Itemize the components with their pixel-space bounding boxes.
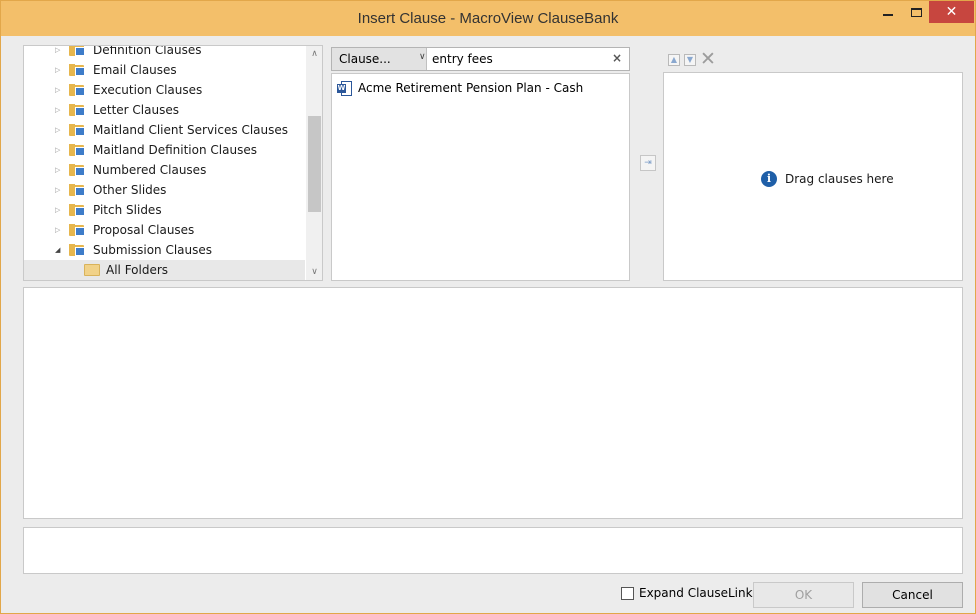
remove-icon[interactable]: ✕ — [700, 50, 716, 69]
close-button[interactable]: ✕ — [929, 1, 974, 23]
expand-clauselinks-checkbox[interactable] — [621, 586, 634, 600]
tree-item-submission-clauses[interactable]: ◢ Submission Clauses — [24, 240, 305, 260]
folder-icon — [69, 203, 87, 217]
tree-item-other-slides[interactable]: ▷ Other Slides — [24, 180, 305, 200]
clause-type-select[interactable]: Clause... ∨ — [332, 48, 427, 70]
maximize-button[interactable] — [903, 1, 929, 23]
folder-icon — [69, 143, 87, 157]
move-down-icon[interactable]: ▼ — [684, 54, 696, 66]
tree-item-numbered-clauses[interactable]: ▷ Numbered Clauses — [24, 160, 305, 180]
window-title: Insert Clause - MacroView ClauseBank — [357, 10, 619, 27]
expand-arrow-icon[interactable]: ▷ — [55, 126, 63, 134]
selected-clauses-dropzone[interactable]: i Drag clauses here — [663, 72, 963, 281]
minimize-button[interactable] — [875, 1, 901, 23]
clause-notes-pane — [23, 527, 963, 574]
tree-item-label: Submission Clauses — [93, 243, 213, 257]
tree-item-label: Proposal Clauses — [93, 223, 195, 237]
close-icon: ✕ — [945, 4, 958, 20]
tree-item-execution-clauses[interactable]: ▷ Execution Clauses — [24, 80, 305, 100]
open-folder-icon — [84, 264, 100, 276]
expand-arrow-icon[interactable]: ▷ — [55, 166, 63, 174]
folder-icon — [69, 163, 87, 177]
expand-arrow-icon[interactable]: ▷ — [55, 86, 63, 94]
add-to-selection-icon[interactable]: ⇥ — [640, 155, 656, 171]
clear-search-icon[interactable]: × — [612, 51, 622, 65]
tree-item-all-folders[interactable]: All Folders — [24, 260, 305, 280]
folder-icon — [69, 103, 87, 117]
folder-tree[interactable]: ▷ Definition Clauses ▷ Email Clauses ▷ E… — [23, 45, 323, 281]
expand-arrow-icon[interactable]: ▷ — [55, 206, 63, 214]
minimize-icon — [883, 14, 893, 16]
tree-item-label: Maitland Client Services Clauses — [93, 123, 288, 137]
tree-item-label: Letter Clauses — [93, 103, 179, 117]
title-bar: Insert Clause - MacroView ClauseBank ✕ — [1, 1, 975, 36]
folder-icon — [69, 63, 87, 77]
ok-button[interactable]: OK — [753, 582, 854, 608]
folder-icon — [69, 223, 87, 237]
clause-type-value: Clause... — [339, 52, 391, 66]
expand-arrow-icon[interactable]: ▷ — [55, 46, 63, 54]
scroll-up-icon[interactable]: ∧ — [306, 46, 322, 62]
expand-clauselinks-label: Expand ClauseLinks — [639, 586, 759, 600]
dropzone-text: Drag clauses here — [785, 172, 894, 186]
tree-item-label: Email Clauses — [93, 63, 177, 77]
expand-arrow-icon[interactable]: ▷ — [55, 186, 63, 194]
tree-item-label: Numbered Clauses — [93, 163, 207, 177]
collapse-arrow-icon[interactable]: ◢ — [55, 246, 63, 254]
scroll-down-icon[interactable]: ∨ — [306, 264, 322, 280]
dropzone-message: i Drag clauses here — [761, 171, 894, 187]
results-list[interactable]: W Acme Retirement Pension Plan - Cash — [331, 73, 630, 281]
clause-preview-pane — [23, 287, 963, 519]
expand-clauselinks-option[interactable]: Expand ClauseLinks — [621, 586, 759, 600]
cancel-button[interactable]: Cancel — [862, 582, 963, 608]
search-bar: Clause... ∨ × — [331, 47, 630, 71]
move-up-icon[interactable]: ▲ — [668, 54, 680, 66]
insert-clause-dialog: Insert Clause - MacroView ClauseBank ✕ ▷… — [0, 0, 976, 614]
tree-scrollbar[interactable]: ∧ ∨ — [306, 46, 322, 280]
result-label: Acme Retirement Pension Plan - Cash — [358, 81, 584, 95]
folder-icon — [69, 243, 87, 257]
tree-item-maitland-client-services-clauses[interactable]: ▷ Maitland Client Services Clauses — [24, 120, 305, 140]
tree-item-label: Maitland Definition Clauses — [93, 143, 257, 157]
chevron-down-icon: ∨ — [419, 52, 426, 62]
expand-arrow-icon[interactable]: ▷ — [55, 106, 63, 114]
folder-icon — [69, 83, 87, 97]
scroll-thumb[interactable] — [308, 116, 321, 212]
maximize-icon — [910, 7, 922, 17]
folder-icon — [69, 183, 87, 197]
tree-item-label: All Folders — [106, 263, 169, 277]
folder-icon — [69, 46, 87, 57]
list-item[interactable]: W Acme Retirement Pension Plan - Cash — [332, 78, 622, 98]
tree-item-proposal-clauses[interactable]: ▷ Proposal Clauses — [24, 220, 305, 240]
expand-arrow-icon[interactable]: ▷ — [55, 146, 63, 154]
tree-item-definition-clauses[interactable]: ▷ Definition Clauses — [24, 45, 305, 60]
word-doc-icon: W — [337, 80, 352, 96]
folder-icon — [69, 123, 87, 137]
search-input[interactable] — [430, 48, 606, 70]
tree-item-label: Other Slides — [93, 183, 167, 197]
tree-item-label: Definition Clauses — [93, 45, 202, 57]
tree-item-email-clauses[interactable]: ▷ Email Clauses — [24, 60, 305, 80]
tree-item-label: Pitch Slides — [93, 203, 162, 217]
expand-arrow-icon[interactable]: ▷ — [55, 226, 63, 234]
tree-item-label: Execution Clauses — [93, 83, 203, 97]
tree-item-letter-clauses[interactable]: ▷ Letter Clauses — [24, 100, 305, 120]
info-icon: i — [761, 171, 777, 187]
expand-arrow-icon[interactable]: ▷ — [55, 66, 63, 74]
tree-item-maitland-definition-clauses[interactable]: ▷ Maitland Definition Clauses — [24, 140, 305, 160]
tree-item-pitch-slides[interactable]: ▷ Pitch Slides — [24, 200, 305, 220]
